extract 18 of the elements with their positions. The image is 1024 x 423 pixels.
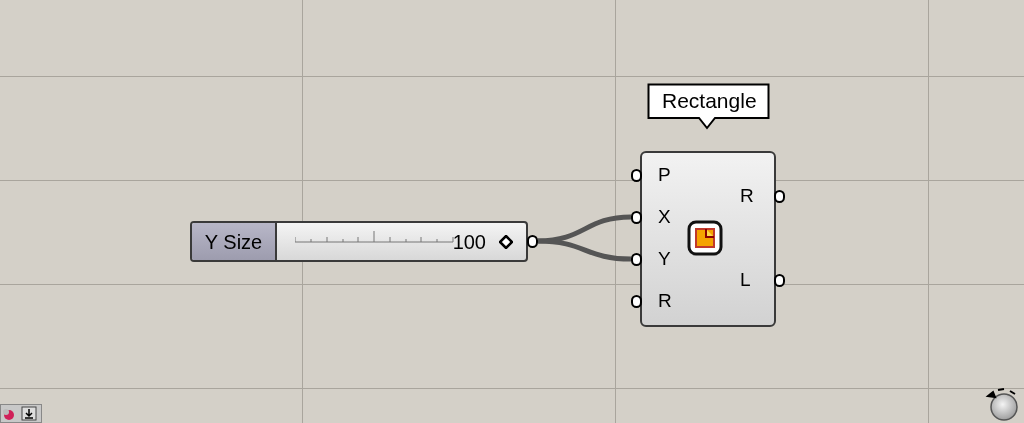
input-label: Y — [658, 248, 671, 270]
output-grip[interactable] — [774, 190, 785, 203]
input-label: P — [658, 164, 671, 186]
input-label: R — [658, 290, 672, 312]
rectangle-component[interactable]: P X Y R R L — [640, 151, 776, 327]
output-label: L — [740, 269, 751, 291]
input-grip[interactable] — [631, 169, 642, 182]
input-grip[interactable] — [631, 253, 642, 266]
navigation-ball-icon[interactable] — [984, 386, 1020, 422]
output-label: R — [740, 185, 754, 207]
input-label: X — [658, 206, 671, 228]
output-grip[interactable] — [774, 274, 785, 287]
input-grip[interactable] — [631, 211, 642, 224]
rectangle-icon — [687, 220, 723, 256]
tooltip-text: Rectangle — [662, 88, 755, 114]
toolbar-icon[interactable] — [0, 404, 42, 423]
output-grip[interactable] — [527, 235, 538, 248]
input-grip[interactable] — [631, 295, 642, 308]
